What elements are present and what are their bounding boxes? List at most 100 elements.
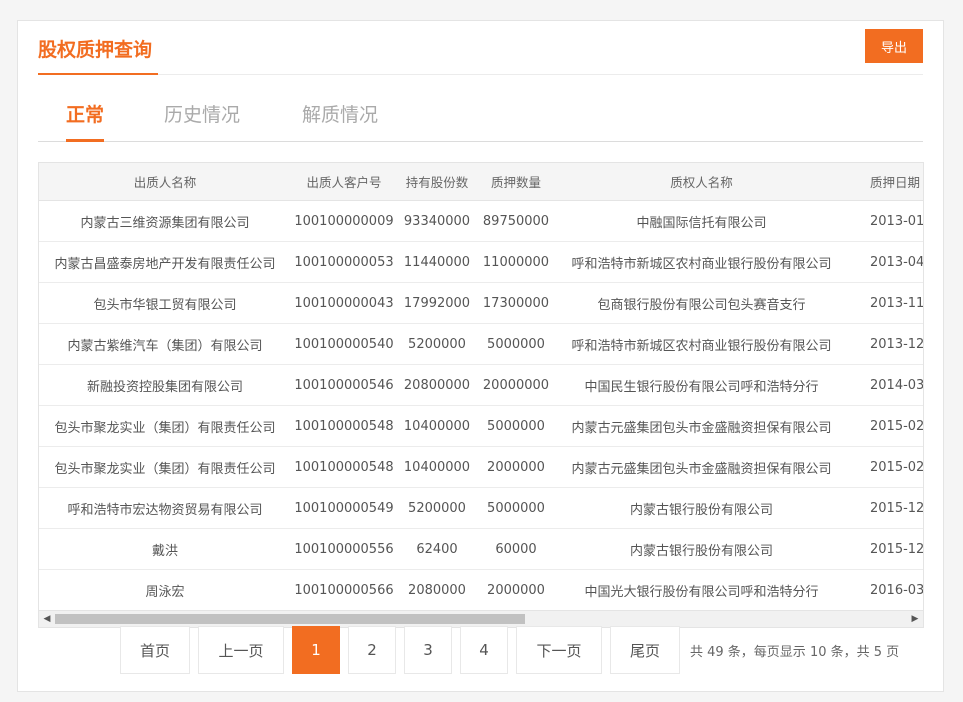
pledge-date-cell: 2013-04-2 <box>848 241 923 283</box>
header-divider <box>38 74 923 75</box>
pledgor-name-cell: 内蒙古三维资源集团有限公司 <box>39 200 291 242</box>
shares-held-cell: 5200000 <box>397 487 477 529</box>
shares-held-cell: 93340000 <box>397 200 477 242</box>
last-page-button[interactable]: 尾页 <box>610 626 680 674</box>
pledgee-name-cell: 内蒙古元盛集团包头市金盛融资担保有限公司 <box>555 405 848 447</box>
pledgor-id-cell: 100100000548 <box>291 405 397 447</box>
first-page-button[interactable]: 首页 <box>120 626 190 674</box>
pledgor-id-cell: 100100000549 <box>291 487 397 529</box>
pledgee-name-cell: 呼和浩特市新城区农村商业银行股份有限公司 <box>555 241 848 283</box>
pledgor-id-cell: 100100000548 <box>291 446 397 488</box>
table-row[interactable]: 内蒙古紫维汽车（集团）有限公司 100100000540 5200000 500000… <box>39 323 923 365</box>
pledgee-name-cell: 呼和浩特市新城区农村商业银行股份有限公司 <box>555 323 848 365</box>
pledgor-id-cell: 100100000556 <box>291 528 397 570</box>
page-4-button[interactable]: 4 <box>460 626 508 674</box>
pledgee-name-cell: 包商银行股份有限公司包头赛音支行 <box>555 282 848 324</box>
col-shares-held[interactable]: 持有股份数 <box>397 163 477 201</box>
scroll-thumb[interactable] <box>55 614 525 624</box>
pledgor-name-cell: 内蒙古昌盛泰房地产开发有限责任公司 <box>39 241 291 283</box>
col-pledge-amount[interactable]: 质押数量 <box>477 163 555 201</box>
col-pledgee-name[interactable]: 质权人名称 <box>555 163 848 201</box>
prev-page-button[interactable]: 上一页 <box>198 626 284 674</box>
table-row[interactable]: 包头市聚龙实业（集团）有限责任公司 100100000548 10400000 200… <box>39 446 923 488</box>
pledge-amount-cell: 17300000 <box>477 282 555 324</box>
shares-held-cell: 20800000 <box>397 364 477 406</box>
pledgor-id-cell: 100100000053 <box>291 241 397 283</box>
pledge-amount-cell: 5000000 <box>477 487 555 529</box>
page-title: 股权质押查询 <box>38 39 153 61</box>
pledge-date-cell: 2015-02-0 <box>848 446 923 488</box>
pledgor-name-cell: 周泳宏 <box>39 569 291 611</box>
export-button[interactable]: 导出 <box>865 29 923 63</box>
pledgee-name-cell: 中国光大银行股份有限公司呼和浩特分行 <box>555 569 848 611</box>
shares-held-cell: 17992000 <box>397 282 477 324</box>
pledgee-name-cell: 中国民生银行股份有限公司呼和浩特分行 <box>555 364 848 406</box>
pledge-date-cell: 2015-02-0 <box>848 405 923 447</box>
pledge-amount-cell: 11000000 <box>477 241 555 283</box>
pledgor-id-cell: 100100000546 <box>291 364 397 406</box>
next-page-button[interactable]: 下一页 <box>516 626 602 674</box>
shares-held-cell: 10400000 <box>397 446 477 488</box>
scroll-left-icon[interactable]: ◀ <box>39 611 55 627</box>
tab-history[interactable]: 历史情况 <box>164 101 240 141</box>
pledge-date-cell: 2016-03-0 <box>848 569 923 611</box>
pledgor-name-cell: 内蒙古紫维汽车（集团）有限公司 <box>39 323 291 365</box>
pledgee-name-cell: 内蒙古元盛集团包头市金盛融资担保有限公司 <box>555 446 848 488</box>
pagination-info: 共 49 条，每页显示 10 条，共 5 页 <box>690 644 900 660</box>
pledgor-id-cell: 100100000009 <box>291 200 397 242</box>
pledgor-name-cell: 包头市华银工贸有限公司 <box>39 282 291 324</box>
table-row[interactable]: 内蒙古三维资源集团有限公司 100100000009 93340000 8975000… <box>39 200 923 242</box>
tab-bar: 正常 历史情况 解质情况 <box>38 101 923 142</box>
page-1-button[interactable]: 1 <box>292 626 340 674</box>
shares-held-cell: 2080000 <box>397 569 477 611</box>
table-row[interactable]: 包头市华银工贸有限公司 100100000043 17992000 17300000 包… <box>39 282 923 324</box>
pledge-table: 出质人名称 出质人客户号 持有股份数 质押数量 质权人名称 质押日期 内蒙古三维… <box>39 163 923 611</box>
pledgee-name-cell: 中融国际信托有限公司 <box>555 200 848 242</box>
pledge-amount-cell: 5000000 <box>477 323 555 365</box>
pledge-date-cell: 2014-03-2 <box>848 364 923 406</box>
col-pledgor-id[interactable]: 出质人客户号 <box>291 163 397 201</box>
page-2-button[interactable]: 2 <box>348 626 396 674</box>
pledgee-name-cell: 内蒙古银行股份有限公司 <box>555 528 848 570</box>
pledgee-name-cell: 内蒙古银行股份有限公司 <box>555 487 848 529</box>
pledge-amount-cell: 89750000 <box>477 200 555 242</box>
tab-normal[interactable]: 正常 <box>66 101 105 142</box>
shares-held-cell: 62400 <box>397 528 477 570</box>
page-3-button[interactable]: 3 <box>404 626 452 674</box>
pledge-date-cell: 2013-01-0 <box>848 200 923 242</box>
shares-held-cell: 5200000 <box>397 323 477 365</box>
table-row[interactable]: 新融投资控股集团有限公司 100100000546 20800000 20000000… <box>39 364 923 406</box>
pledge-date-cell: 2013-11-2 <box>848 282 923 324</box>
pledge-date-cell: 2015-12-3 <box>848 528 923 570</box>
col-pledgor-name[interactable]: 出质人名称 <box>39 163 291 201</box>
pledgor-name-cell: 呼和浩特市宏达物资贸易有限公司 <box>39 487 291 529</box>
pledgor-id-cell: 100100000540 <box>291 323 397 365</box>
scroll-right-icon[interactable]: ▶ <box>907 611 923 627</box>
pledgor-id-cell: 100100000566 <box>291 569 397 611</box>
equity-pledge-panel: 股权质押查询 导出 正常 历史情况 解质情况 出质人名称 出质人客户号 持有股份… <box>17 20 944 692</box>
table-header-row: 出质人名称 出质人客户号 持有股份数 质押数量 质权人名称 质押日期 <box>39 163 923 201</box>
pledgor-name-cell: 包头市聚龙实业（集团）有限责任公司 <box>39 405 291 447</box>
table-row[interactable]: 周泳宏 100100000566 2080000 2000000 中国光大银行股份有限公… <box>39 569 923 611</box>
pledge-amount-cell: 2000000 <box>477 446 555 488</box>
title-underline <box>38 73 158 75</box>
col-pledge-date[interactable]: 质押日期 <box>848 163 923 201</box>
table-row[interactable]: 内蒙古昌盛泰房地产开发有限责任公司 100100000053 11440000 110… <box>39 241 923 283</box>
pledge-amount-cell: 2000000 <box>477 569 555 611</box>
pledgor-id-cell: 100100000043 <box>291 282 397 324</box>
table-row[interactable]: 包头市聚龙实业（集团）有限责任公司 100100000548 10400000 500… <box>39 405 923 447</box>
shares-held-cell: 11440000 <box>397 241 477 283</box>
pledge-date-cell: 2015-12-3 <box>848 487 923 529</box>
pledge-amount-cell: 5000000 <box>477 405 555 447</box>
table-row[interactable]: 呼和浩特市宏达物资贸易有限公司 100100000549 5200000 500000… <box>39 487 923 529</box>
pledgor-name-cell: 戴洪 <box>39 528 291 570</box>
pledge-amount-cell: 20000000 <box>477 364 555 406</box>
pledge-table-container[interactable]: 出质人名称 出质人客户号 持有股份数 质押数量 质权人名称 质押日期 内蒙古三维… <box>38 162 924 628</box>
table-row[interactable]: 戴洪 100100000556 62400 60000 内蒙古银行股份有限公司 2015-… <box>39 528 923 570</box>
pledge-date-cell: 2013-12-0 <box>848 323 923 365</box>
pledgor-name-cell: 包头市聚龙实业（集团）有限责任公司 <box>39 446 291 488</box>
pledge-amount-cell: 60000 <box>477 528 555 570</box>
pledgor-name-cell: 新融投资控股集团有限公司 <box>39 364 291 406</box>
tab-released[interactable]: 解质情况 <box>302 101 378 141</box>
shares-held-cell: 10400000 <box>397 405 477 447</box>
